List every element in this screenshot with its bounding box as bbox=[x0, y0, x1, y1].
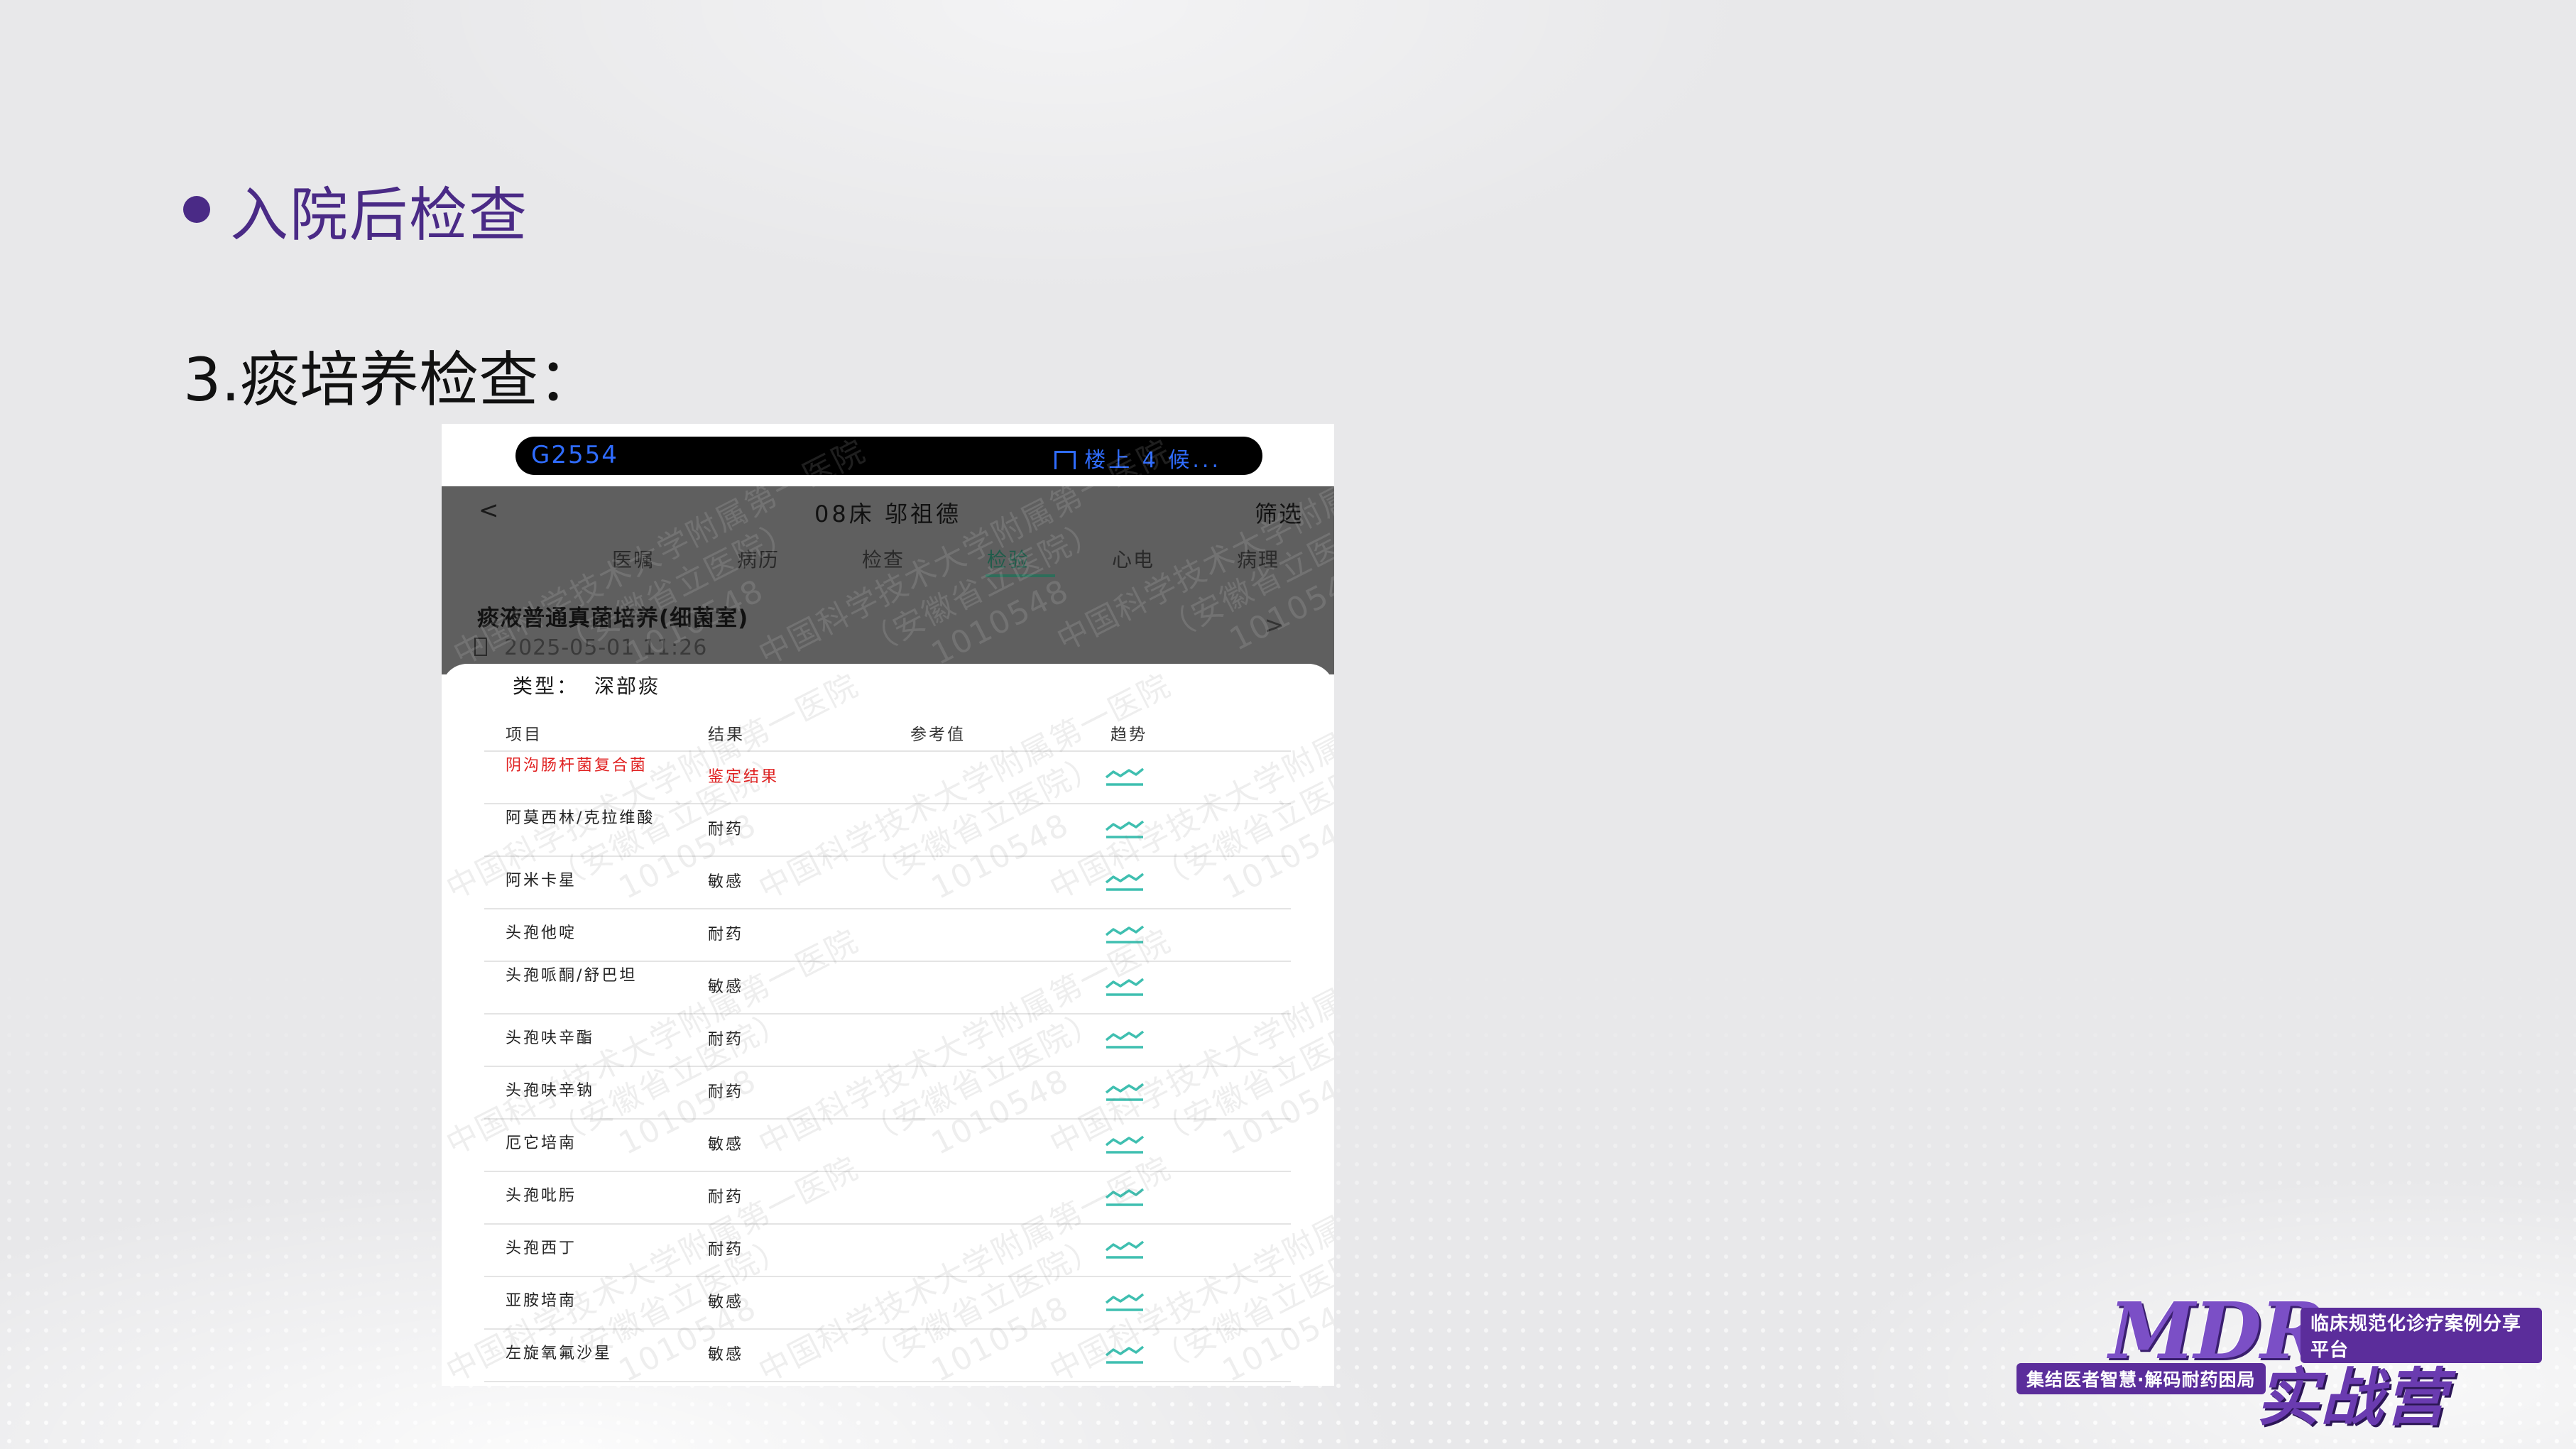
tab-labs[interactable]: 检验 bbox=[987, 545, 1030, 573]
drug-name: 厄它培南 bbox=[506, 1134, 577, 1152]
tab-bar: 医嘱 病历 检查 检验 心电 病理 bbox=[484, 545, 1308, 579]
type-label: 类型： bbox=[513, 674, 579, 698]
drug-name: 头孢哌酮/舒巴坦 bbox=[506, 967, 638, 985]
trend-line-icon[interactable] bbox=[1105, 819, 1145, 841]
tab-active-indicator bbox=[986, 574, 1055, 577]
status-boarding: 楼上 4 候... bbox=[1054, 442, 1221, 474]
tab-ecg[interactable]: 心电 bbox=[1112, 545, 1155, 573]
phone-screenshot: G2554 楼上 4 候... < 08床 邬祖德 筛选 医嘱 病历 检查 检验… bbox=[442, 424, 1334, 1386]
header-result: 结果 bbox=[708, 726, 745, 744]
drug-name: 头孢西丁 bbox=[506, 1240, 577, 1257]
table-row[interactable]: 头孢吡肟 耐药 bbox=[484, 1172, 1291, 1225]
table-row[interactable]: 头孢呋辛钠 耐药 bbox=[484, 1067, 1291, 1120]
report-time-text: 2025-05-01 11:26 bbox=[504, 635, 708, 660]
report-time: 2025-05-01 11:26 bbox=[474, 635, 707, 660]
table-row[interactable]: 头孢呋辛酯 耐药 bbox=[484, 1015, 1291, 1067]
building-icon bbox=[1054, 451, 1076, 469]
section-heading: 入院后检查 bbox=[183, 170, 528, 249]
trend-line-icon[interactable] bbox=[1105, 766, 1145, 789]
status-bar: G2554 楼上 4 候... bbox=[442, 424, 1334, 486]
trend-line-icon[interactable] bbox=[1105, 1134, 1145, 1157]
drug-name: 头孢呋辛酯 bbox=[506, 1029, 595, 1047]
susceptibility-result: 耐药 bbox=[708, 1083, 744, 1101]
tab-records[interactable]: 病历 bbox=[737, 545, 780, 573]
report-expand-arrow[interactable]: > bbox=[1265, 611, 1285, 640]
susceptibility-result: 耐药 bbox=[708, 1188, 744, 1206]
trend-line-icon[interactable] bbox=[1105, 1239, 1145, 1262]
table-row[interactable]: 厄它培南 敏感 bbox=[484, 1120, 1291, 1172]
susceptibility-result: 耐药 bbox=[708, 1241, 744, 1259]
trend-line-icon[interactable] bbox=[1105, 976, 1145, 999]
filter-button[interactable]: 筛选 bbox=[1255, 496, 1303, 529]
susceptibility-result: 敏感 bbox=[708, 873, 744, 891]
drug-name: 亚胺培南 bbox=[506, 1292, 577, 1310]
header-overlay: < 08床 邬祖德 筛选 医嘱 病历 检查 检验 心电 病理 痰液普通真菌培养(… bbox=[442, 424, 1334, 674]
trend-line-icon[interactable] bbox=[1105, 1186, 1145, 1209]
tab-exams[interactable]: 检查 bbox=[862, 545, 905, 573]
susceptibility-result: 敏感 bbox=[708, 1136, 744, 1154]
table-header: 项目 结果 参考值 趋势 bbox=[484, 712, 1291, 752]
trend-line-icon[interactable] bbox=[1105, 924, 1145, 946]
brand-logo: MDR 临床规范化诊疗案例分享平台 集结医者智慧·解码耐药困局 实战营 bbox=[2016, 1278, 2542, 1434]
table-row[interactable]: 左旋氧氟沙星 敏感 bbox=[484, 1330, 1291, 1382]
trend-line-icon[interactable] bbox=[1105, 1029, 1145, 1051]
table-row[interactable]: 头孢他啶 耐药 bbox=[484, 909, 1291, 962]
table-row[interactable]: 头孢西丁 耐药 bbox=[484, 1225, 1291, 1277]
susceptibility-result: 鉴定结果 bbox=[708, 768, 780, 786]
susceptibility-result: 耐药 bbox=[708, 821, 744, 838]
susceptibility-result: 敏感 bbox=[708, 1346, 744, 1364]
drug-name: 头孢呋辛钠 bbox=[506, 1082, 595, 1100]
subheading: 3.痰培养检查： bbox=[183, 345, 599, 415]
susceptibility-result: 敏感 bbox=[708, 978, 744, 996]
table-row[interactable]: 阿莫西林/克拉维酸耐药 bbox=[484, 804, 1291, 857]
susceptibility-result: 耐药 bbox=[708, 926, 744, 944]
susceptibility-result: 敏感 bbox=[708, 1294, 744, 1311]
logo-camp: 实战营 bbox=[2256, 1361, 2449, 1434]
susceptibility-result: 耐药 bbox=[708, 1031, 744, 1049]
dynamic-island: G2554 楼上 4 候... bbox=[515, 437, 1262, 475]
drug-name: 头孢他啶 bbox=[506, 924, 577, 942]
table-row[interactable]: 亚胺培南 敏感 bbox=[484, 1277, 1291, 1330]
bullet-icon bbox=[183, 196, 210, 223]
drug-name: 阿莫西林/克拉维酸 bbox=[506, 809, 655, 827]
header-item: 项目 bbox=[506, 726, 542, 744]
type-value: 深部痰 bbox=[594, 674, 661, 698]
trend-line-icon[interactable] bbox=[1105, 1344, 1145, 1367]
specimen-type: 类型： 深部痰 bbox=[513, 671, 660, 699]
phone-icon bbox=[474, 638, 487, 656]
result-card: 类型： 深部痰 项目 结果 参考值 趋势 阴沟肠杆菌复合菌鉴定结果阿莫西林/克拉维… bbox=[442, 664, 1334, 1386]
table-row[interactable]: 阿米卡星 敏感 bbox=[484, 857, 1291, 909]
patient-title: 08床 邬祖德 bbox=[814, 501, 961, 527]
drug-name: 阴沟肠杆菌复合菌 bbox=[506, 757, 648, 775]
status-boarding-text: 楼上 4 候... bbox=[1084, 448, 1221, 473]
header-trend: 趋势 bbox=[1110, 726, 1147, 744]
trend-line-icon[interactable] bbox=[1105, 871, 1145, 894]
logo-tagline-bottom: 集结医者智慧·解码耐药困局 bbox=[2016, 1363, 2266, 1394]
tab-pathology[interactable]: 病理 bbox=[1237, 545, 1279, 573]
heading-text: 入院后检查 bbox=[230, 181, 529, 249]
result-table: 项目 结果 参考值 趋势 阴沟肠杆菌复合菌 鉴定结果 阿莫西林/克拉维酸 耐药 阿米卡星… bbox=[484, 712, 1291, 1382]
header-reference: 参考值 bbox=[910, 726, 966, 744]
drug-name: 阿米卡星 bbox=[506, 872, 577, 890]
table-body: 阴沟肠杆菌复合菌 鉴定结果 阿莫西林/克拉维酸 耐药 阿米卡星 敏感 头孢他啶 耐药 头孢哌酮/… bbox=[484, 752, 1291, 1382]
drug-name: 左旋氧氟沙星 bbox=[506, 1345, 613, 1362]
drug-name: 头孢吡肟 bbox=[506, 1187, 577, 1205]
report-title: 痰液普通真菌培养(细菌室) bbox=[477, 606, 749, 631]
status-train-number: G2554 bbox=[531, 441, 618, 469]
tab-orders[interactable]: 医嘱 bbox=[612, 545, 655, 573]
trend-line-icon[interactable] bbox=[1105, 1291, 1145, 1314]
table-row[interactable]: 头孢哌酮/舒巴坦敏感 bbox=[484, 962, 1291, 1015]
table-row[interactable]: 阴沟肠杆菌复合菌鉴定结果 bbox=[484, 752, 1291, 804]
trend-line-icon[interactable] bbox=[1105, 1081, 1145, 1104]
